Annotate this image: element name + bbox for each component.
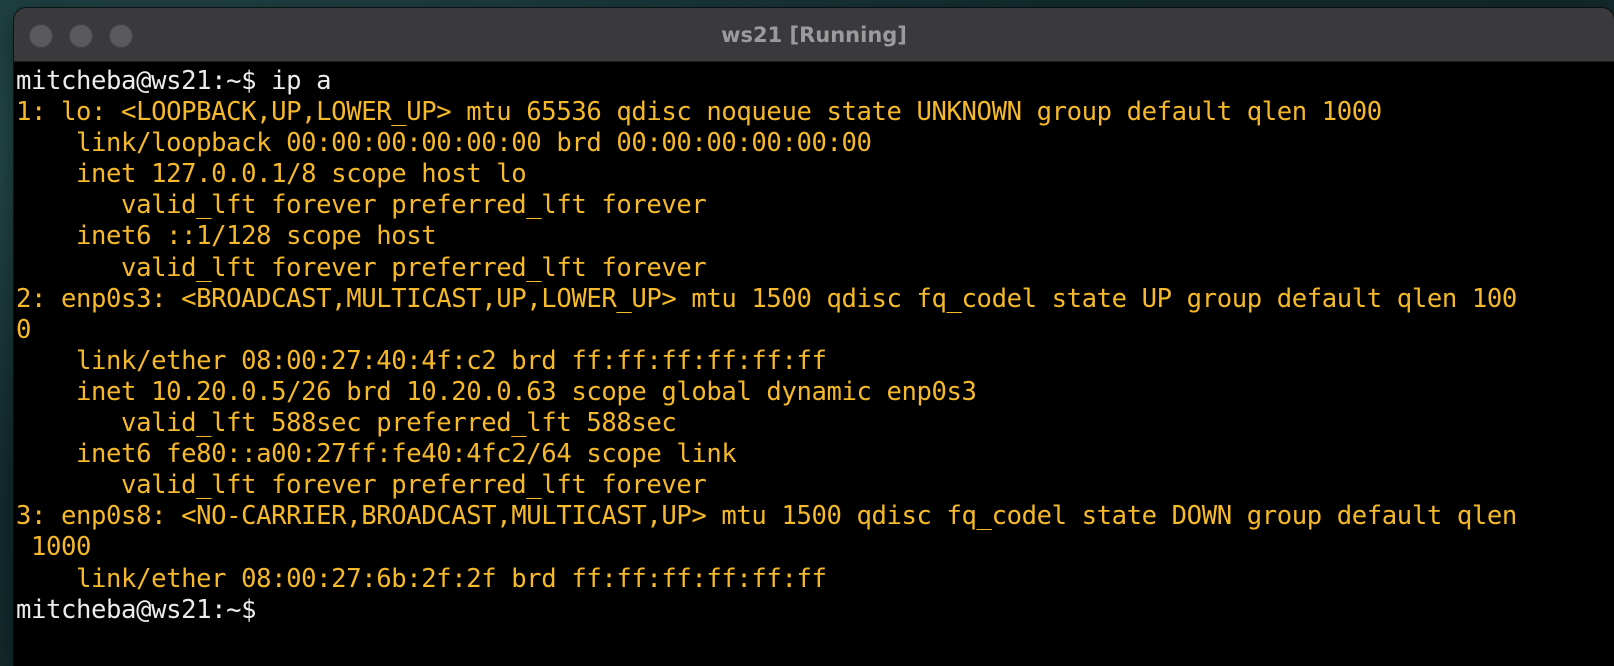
terminal-output-line: link/ether 08:00:27:40:4f:c2 brd ff:ff:f… — [16, 345, 827, 376]
terminal-prompt-line: mitcheba@ws21:~$ ip a — [16, 66, 332, 96]
terminal-output-line: inet6 ::1/128 scope host — [16, 221, 437, 252]
terminal-output-line: valid_lft 588sec preferred_lft 588sec — [16, 408, 677, 439]
terminal-output-line: inet 10.20.0.5/26 brd 10.20.0.63 scope g… — [16, 376, 977, 407]
terminal-output-line: 1000 — [16, 532, 92, 563]
terminal-output-line: inet6 fe80::a00:27ff:fe40:4fc2/64 scope … — [16, 439, 737, 470]
terminal-output[interactable]: mitcheba@ws21:~$ ip a 1: lo: <LOOPBACK,UP… — [14, 62, 1614, 666]
terminal-output-line: valid_lft forever preferred_lft forever — [16, 470, 707, 501]
vm-window[interactable]: ws21 [Running] mitcheba@ws21:~$ ip a 1: l… — [14, 8, 1614, 666]
terminal-prompt-line: mitcheba@ws21:~$ — [16, 594, 257, 625]
terminal-output-line: valid_lft forever preferred_lft forever — [16, 252, 707, 283]
terminal-output-line: inet 127.0.0.1/8 scope host lo — [16, 159, 527, 190]
terminal-output-line: 3: enp0s8: <NO-CARRIER,BROADCAST,MULTICA… — [16, 501, 1517, 532]
terminal-output-line: link/ether 08:00:27:6b:2f:2f brd ff:ff:f… — [16, 563, 827, 594]
window-title: ws21 [Running] — [721, 23, 907, 47]
terminal-output-line: 1: lo: <LOOPBACK,UP,LOWER_UP> mtu 65536 … — [16, 97, 1382, 128]
terminal-output-line: link/loopback 00:00:00:00:00:00 brd 00:0… — [16, 128, 872, 159]
terminal-output-line: 2: enp0s3: <BROADCAST,MULTICAST,UP,LOWER… — [16, 283, 1517, 314]
title-bar[interactable]: ws21 [Running] — [14, 8, 1614, 62]
terminal-output-line: valid_lft forever preferred_lft forever — [16, 190, 707, 221]
terminal-output-line: 0 — [16, 314, 32, 345]
